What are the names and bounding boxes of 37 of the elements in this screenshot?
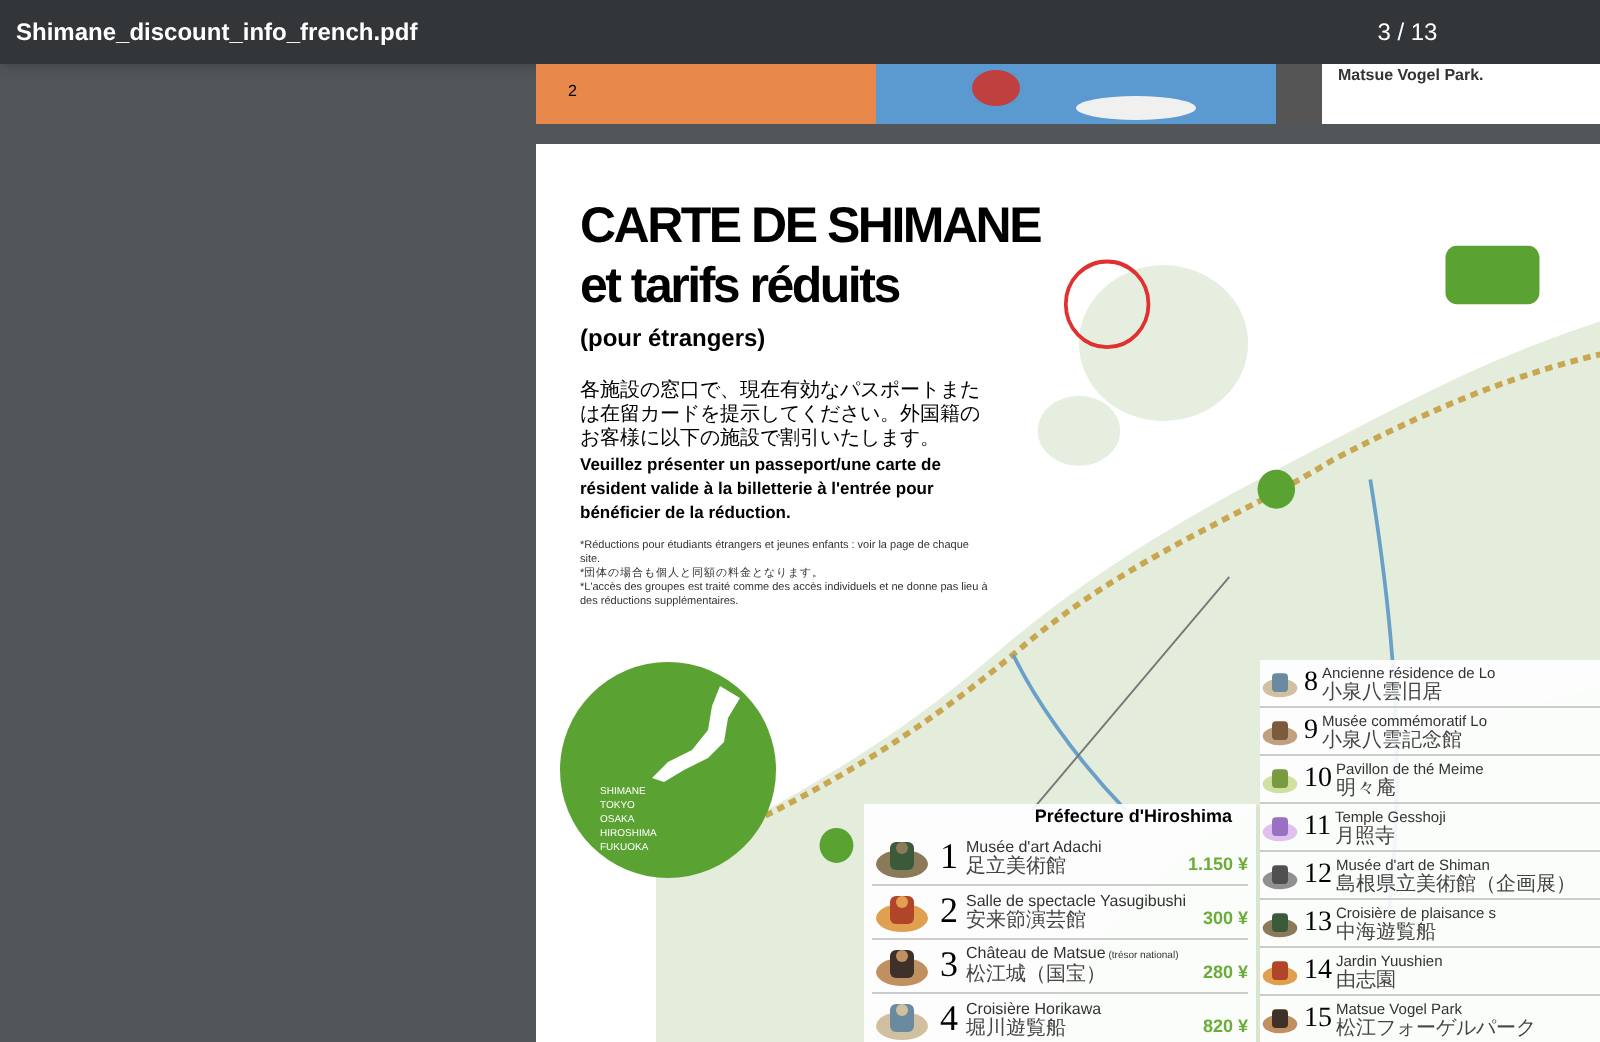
attraction-japanese-name: 松江城（国宝）	[966, 966, 1108, 986]
item-number: 9	[1304, 714, 1318, 750]
attraction-japanese-name: 安来節演芸館	[966, 911, 1086, 931]
price: 820 ¥	[1202, 1014, 1248, 1040]
attraction-japanese-name: 由志園	[1336, 971, 1396, 991]
item-number: 1	[940, 834, 958, 880]
item-number: 10	[1304, 762, 1332, 798]
attraction-name: Croisière Horikawa	[966, 999, 1104, 1017]
item-number: 8	[1304, 666, 1318, 702]
item-number: 3	[940, 942, 958, 988]
item-number: 13	[1304, 906, 1332, 942]
item-number: 15	[1304, 1002, 1332, 1038]
attraction-name: Salle de spectacle Yasugibushi	[966, 891, 1188, 910]
page-indicator: 3 / 13	[1377, 16, 1438, 50]
page-number: 2	[568, 80, 577, 104]
price: 280 ¥	[1202, 960, 1248, 986]
map-title: et tarifs réduits	[580, 256, 899, 316]
attraction-japanese-name: 堀川遊覧船	[966, 1019, 1066, 1039]
attraction-japanese-name: 小泉八雲記念館	[1322, 731, 1462, 751]
list-heading: Préfecture d'Hiroshima	[1034, 804, 1234, 830]
attraction-japanese-name: 中海遊覧船	[1336, 923, 1438, 943]
attraction-japanese-name: 月照寺	[1334, 827, 1397, 847]
price: 1.150 ¥	[1187, 852, 1248, 878]
attraction-name: Musée d'art Adachi	[966, 837, 1104, 855]
item-number: 14	[1304, 954, 1332, 990]
attraction-japanese-name: 明々庵	[1336, 779, 1397, 799]
item-number: 12	[1304, 858, 1332, 894]
item-number: 4	[940, 996, 958, 1042]
price: 300 ¥	[1202, 906, 1248, 932]
attraction-japanese-name: 小泉八雲旧居	[1322, 683, 1442, 703]
item-number: 11	[1304, 810, 1331, 846]
map-subtitle: (pour étrangers)	[580, 322, 768, 356]
map-title: CARTE DE SHIMANE	[580, 196, 1041, 256]
document-title: Shimane_discount_info_french.pdf	[16, 16, 418, 50]
attraction-japanese-name: 松江フォーゲルパーク	[1336, 1019, 1536, 1039]
item-number: 2	[940, 888, 958, 934]
page-caption: Matsue Vogel Park.	[1338, 66, 1484, 88]
